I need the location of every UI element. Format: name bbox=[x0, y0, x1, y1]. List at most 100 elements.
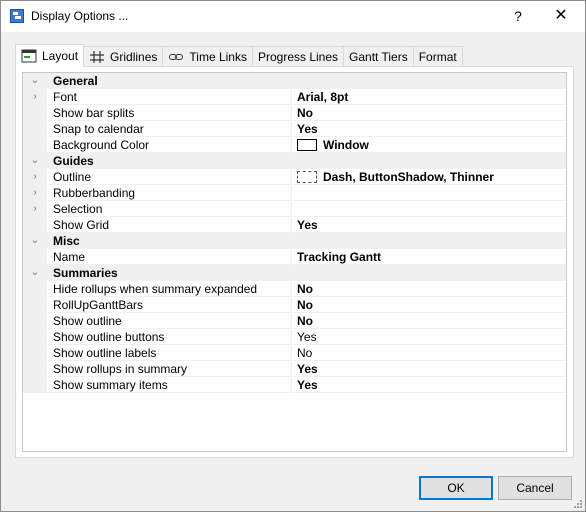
tab-format[interactable]: Format bbox=[412, 46, 463, 67]
category-label: General bbox=[47, 73, 566, 89]
tab-time-links[interactable]: Time Links bbox=[162, 46, 253, 67]
property-name: Selection bbox=[47, 201, 292, 217]
expand-icon[interactable]: › bbox=[23, 89, 47, 105]
property-value[interactable] bbox=[293, 185, 566, 201]
property-row-show-summary-items[interactable]: Show summary items Yes bbox=[23, 377, 566, 393]
property-name: Snap to calendar bbox=[47, 121, 292, 137]
tab-label: Gridlines bbox=[110, 50, 158, 64]
property-name: Show rollups in summary bbox=[47, 361, 292, 377]
category-misc[interactable]: ⌄ Misc bbox=[23, 233, 566, 249]
cancel-button[interactable]: Cancel bbox=[498, 476, 572, 500]
property-value-cell[interactable]: Window bbox=[293, 137, 566, 153]
tab-gantt-tiers[interactable]: Gantt Tiers bbox=[343, 46, 414, 67]
row-gutter bbox=[23, 249, 47, 265]
property-row-hide-rollups[interactable]: Hide rollups when summary expanded No bbox=[23, 281, 566, 297]
dialog-window: Display Options ... ? ✕ Layout Gridlines… bbox=[0, 0, 586, 512]
property-value[interactable]: Yes bbox=[293, 377, 566, 393]
tab-label: Progress Lines bbox=[257, 50, 339, 64]
property-row-show-bar-splits[interactable]: Show bar splits No bbox=[23, 105, 566, 121]
property-value[interactable] bbox=[293, 201, 566, 217]
property-name: Background Color bbox=[47, 137, 292, 153]
collapse-icon[interactable]: ⌄ bbox=[23, 73, 47, 89]
resize-grip-icon[interactable] bbox=[573, 499, 583, 509]
row-gutter bbox=[23, 137, 47, 153]
property-row-background-color[interactable]: Background Color Window bbox=[23, 137, 566, 153]
tab-label: Format bbox=[418, 50, 457, 64]
property-row-rollup-gantt-bars[interactable]: RollUpGanttBars No bbox=[23, 297, 566, 313]
window-title: Display Options ... bbox=[31, 9, 129, 23]
property-name: Show summary items bbox=[47, 377, 292, 393]
property-value[interactable]: Tracking Gantt bbox=[293, 249, 566, 265]
help-button[interactable]: ? bbox=[507, 5, 529, 27]
close-button[interactable]: ✕ bbox=[549, 5, 573, 27]
tab-label: Layout bbox=[42, 49, 79, 63]
property-value[interactable]: No bbox=[293, 105, 566, 121]
property-row-outline[interactable]: › Outline Dash, ButtonShadow, Thinner bbox=[23, 169, 566, 185]
row-gutter bbox=[23, 313, 47, 329]
property-row-show-outline-labels[interactable]: Show outline labels No bbox=[23, 345, 566, 361]
property-name: Outline bbox=[47, 169, 292, 185]
property-value[interactable]: No bbox=[293, 345, 566, 361]
row-gutter bbox=[23, 329, 47, 345]
property-value[interactable]: Yes bbox=[293, 217, 566, 233]
tab-layout[interactable]: Layout bbox=[15, 44, 85, 67]
category-label: Guides bbox=[47, 153, 566, 169]
ok-button[interactable]: OK bbox=[419, 476, 493, 500]
property-value-cell[interactable]: Dash, ButtonShadow, Thinner bbox=[293, 169, 566, 185]
category-label: Misc bbox=[47, 233, 566, 249]
property-row-font[interactable]: › Font Arial, 8pt bbox=[23, 89, 566, 105]
property-name: Name bbox=[47, 249, 292, 265]
expand-icon[interactable]: › bbox=[23, 201, 47, 217]
property-row-selection[interactable]: › Selection bbox=[23, 201, 566, 217]
property-name: Font bbox=[47, 89, 292, 105]
property-grid: ⌄ General › Font Arial, 8pt Show bar spl… bbox=[22, 72, 567, 452]
property-value: Dash, ButtonShadow, Thinner bbox=[323, 170, 494, 184]
expand-icon[interactable]: › bbox=[23, 169, 47, 185]
row-gutter bbox=[23, 281, 47, 297]
category-guides[interactable]: ⌄ Guides bbox=[23, 153, 566, 169]
property-value: Window bbox=[323, 138, 369, 152]
property-value[interactable]: Yes bbox=[293, 121, 566, 137]
row-gutter bbox=[23, 377, 47, 393]
row-gutter bbox=[23, 361, 47, 377]
category-general[interactable]: ⌄ General bbox=[23, 73, 566, 89]
color-swatch bbox=[297, 139, 317, 151]
property-name: RollUpGanttBars bbox=[47, 297, 292, 313]
property-value[interactable]: No bbox=[293, 281, 566, 297]
row-gutter bbox=[23, 345, 47, 361]
property-value[interactable]: No bbox=[293, 313, 566, 329]
property-name: Show outline labels bbox=[47, 345, 292, 361]
category-label: Summaries bbox=[47, 265, 566, 281]
collapse-icon[interactable]: ⌄ bbox=[23, 265, 47, 281]
property-row-show-outline-buttons[interactable]: Show outline buttons Yes bbox=[23, 329, 566, 345]
property-row-show-grid[interactable]: Show Grid Yes bbox=[23, 217, 566, 233]
title-bar: Display Options ... ? ✕ bbox=[1, 1, 585, 32]
property-row-show-rollups-in-summary[interactable]: Show rollups in summary Yes bbox=[23, 361, 566, 377]
property-row-snap-to-calendar[interactable]: Snap to calendar Yes bbox=[23, 121, 566, 137]
tab-progress-lines[interactable]: Progress Lines bbox=[251, 46, 345, 67]
collapse-icon[interactable]: ⌄ bbox=[23, 153, 47, 169]
tab-gridlines[interactable]: Gridlines bbox=[83, 46, 164, 67]
app-icon bbox=[10, 9, 24, 23]
category-summaries[interactable]: ⌄ Summaries bbox=[23, 265, 566, 281]
property-row-show-outline[interactable]: Show outline No bbox=[23, 313, 566, 329]
layout-icon bbox=[21, 49, 37, 63]
property-name: Hide rollups when summary expanded bbox=[47, 281, 292, 297]
property-row-rubberbanding[interactable]: › Rubberbanding bbox=[23, 185, 566, 201]
property-row-name[interactable]: Name Tracking Gantt bbox=[23, 249, 566, 265]
property-name: Show Grid bbox=[47, 217, 292, 233]
property-value[interactable]: Yes bbox=[293, 329, 566, 345]
property-name: Show outline buttons bbox=[47, 329, 292, 345]
property-name: Show bar splits bbox=[47, 105, 292, 121]
tab-label: Time Links bbox=[189, 50, 247, 64]
line-style-swatch bbox=[297, 171, 317, 183]
grid-icon bbox=[90, 51, 105, 63]
property-value[interactable]: No bbox=[293, 297, 566, 313]
tab-label: Gantt Tiers bbox=[349, 50, 408, 64]
expand-icon[interactable]: › bbox=[23, 185, 47, 201]
property-value[interactable]: Yes bbox=[293, 361, 566, 377]
row-gutter bbox=[23, 105, 47, 121]
collapse-icon[interactable]: ⌄ bbox=[23, 233, 47, 249]
property-name: Rubberbanding bbox=[47, 185, 292, 201]
property-value[interactable]: Arial, 8pt bbox=[293, 89, 566, 105]
